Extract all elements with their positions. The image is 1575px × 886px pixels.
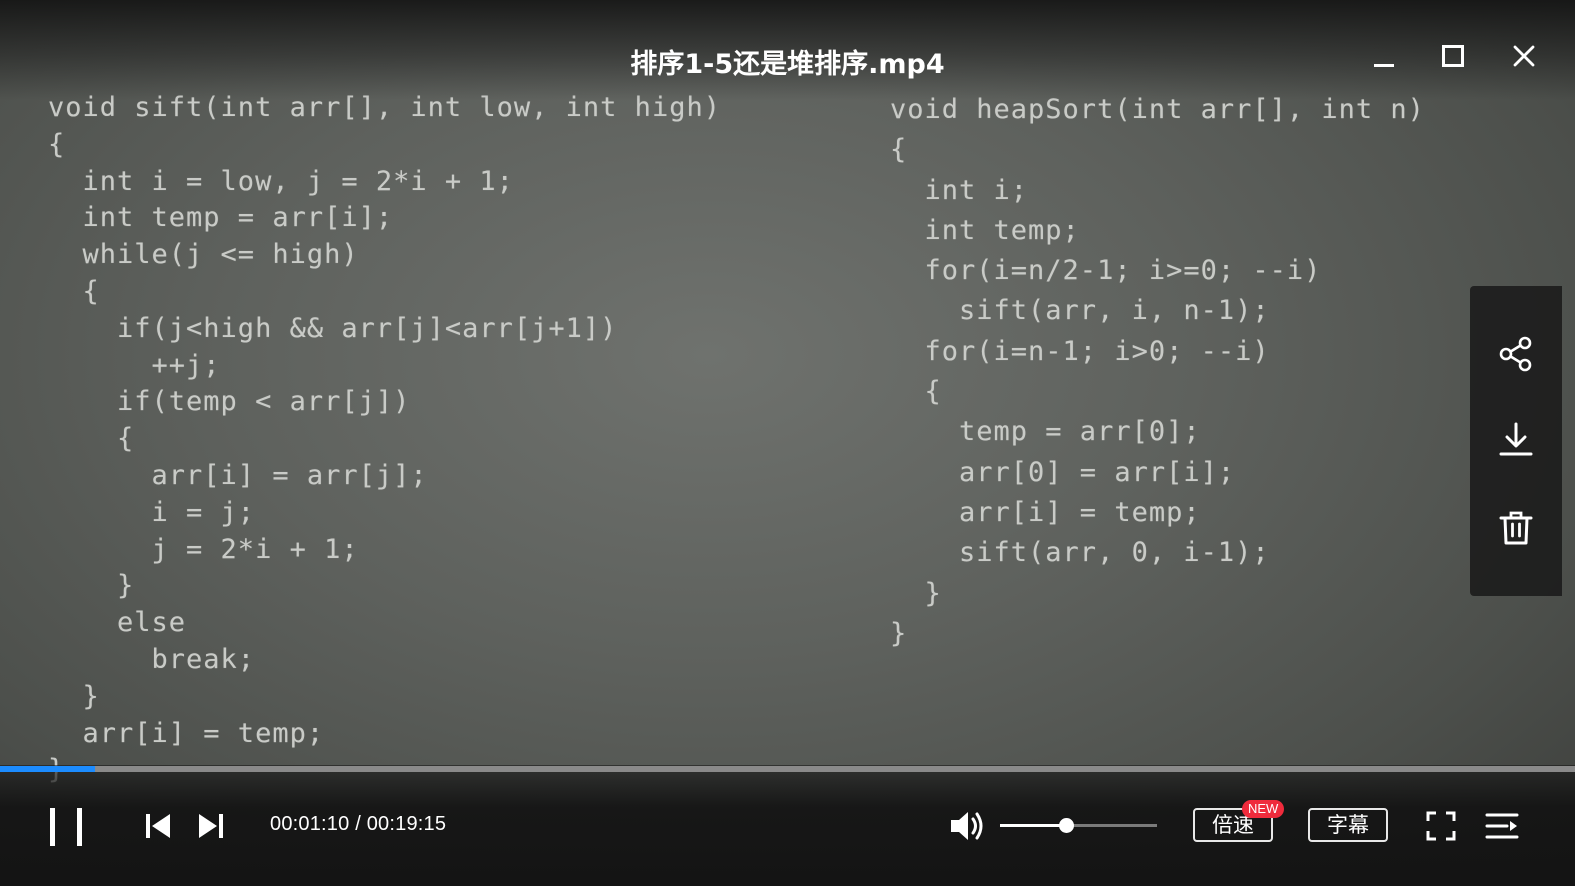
code-line: int i; bbox=[890, 174, 1029, 206]
volume-slider[interactable] bbox=[1000, 818, 1157, 833]
code-line: { bbox=[48, 275, 100, 307]
playlist-button[interactable] bbox=[1482, 806, 1522, 846]
close-button[interactable] bbox=[1506, 38, 1542, 74]
share-button[interactable] bbox=[1496, 334, 1536, 374]
new-badge: NEW bbox=[1242, 800, 1285, 818]
volume-fill bbox=[1000, 824, 1066, 827]
current-time: 00:01:10 bbox=[270, 813, 350, 835]
share-icon bbox=[1499, 336, 1532, 372]
code-line: break; bbox=[48, 643, 256, 675]
volume-handle[interactable] bbox=[1058, 818, 1074, 833]
fullscreen-icon bbox=[1426, 811, 1456, 841]
minimize-icon bbox=[1374, 64, 1394, 67]
subtitle-button[interactable]: 字幕 bbox=[1308, 808, 1388, 842]
next-button[interactable] bbox=[193, 808, 229, 844]
code-line: else bbox=[48, 607, 187, 639]
pause-icon bbox=[50, 808, 82, 846]
progress-bar[interactable] bbox=[0, 766, 1575, 772]
code-line: while(j <= high) bbox=[48, 239, 359, 271]
code-line: int temp = arr[i]; bbox=[48, 202, 394, 234]
volume-button[interactable] bbox=[946, 806, 990, 846]
code-line: { bbox=[890, 376, 942, 408]
trash-icon bbox=[1499, 511, 1533, 545]
code-line: for(i=n-1; i>0; --i) bbox=[890, 335, 1270, 367]
code-block-sift: void sift(int arr[], int low, int high){… bbox=[48, 90, 721, 789]
code-line: { bbox=[48, 423, 135, 455]
code-line: j = 2*i + 1; bbox=[48, 533, 359, 565]
code-line: i = j; bbox=[48, 496, 256, 528]
close-icon bbox=[1513, 45, 1535, 67]
delete-button[interactable] bbox=[1496, 508, 1536, 548]
download-button[interactable] bbox=[1496, 420, 1536, 460]
code-line: { bbox=[48, 128, 66, 160]
video-frame[interactable]: void sift(int arr[], int low, int high){… bbox=[0, 0, 1575, 886]
window-title: 排序1-5还是堆排序.mp4 bbox=[630, 49, 945, 80]
code-line: } bbox=[48, 680, 100, 712]
code-line: } bbox=[890, 617, 908, 649]
code-line: arr[i] = arr[j]; bbox=[48, 459, 428, 491]
code-line: int temp; bbox=[890, 214, 1080, 246]
download-icon bbox=[1499, 422, 1533, 456]
code-line: int i = low, j = 2*i + 1; bbox=[48, 165, 514, 197]
time-separator: / bbox=[349, 813, 367, 835]
previous-button[interactable] bbox=[140, 808, 176, 844]
fullscreen-button[interactable] bbox=[1421, 806, 1461, 846]
skip-previous-icon bbox=[146, 814, 170, 838]
code-line: sift(arr, 0, i-1); bbox=[890, 537, 1270, 569]
code-line: } bbox=[890, 577, 942, 609]
progress-fill bbox=[0, 766, 96, 772]
code-line: arr[i] = temp; bbox=[890, 496, 1201, 528]
total-time: 00:19:15 bbox=[366, 813, 447, 835]
code-line: arr[0] = arr[i]; bbox=[890, 456, 1236, 488]
playlist-icon bbox=[1485, 813, 1519, 839]
code-line: ++j; bbox=[48, 349, 221, 381]
maximize-button[interactable] bbox=[1435, 38, 1471, 74]
code-line: for(i=n/2-1; i>=0; --i) bbox=[890, 255, 1322, 287]
code-line: } bbox=[48, 570, 135, 602]
code-line: arr[i] = temp; bbox=[48, 717, 325, 749]
code-line: if(j<high && arr[j]<arr[j+1]) bbox=[48, 312, 618, 344]
skip-next-icon bbox=[199, 814, 223, 838]
code-line: { bbox=[890, 134, 908, 166]
pause-button[interactable] bbox=[44, 806, 88, 848]
volume-icon bbox=[951, 812, 983, 840]
title-bar[interactable]: 排序1-5还是堆排序.mp4 bbox=[0, 0, 1575, 100]
side-panel bbox=[1470, 286, 1562, 596]
code-line: sift(arr, i, n-1); bbox=[890, 295, 1270, 327]
code-line: if(temp < arr[j]) bbox=[48, 386, 411, 418]
time-display: 00:01:10 / 00:19:15 bbox=[270, 813, 446, 836]
code-block-heapsort: void heapSort(int arr[], int n){ int i; … bbox=[890, 90, 1425, 654]
maximize-icon bbox=[1442, 45, 1464, 67]
minimize-button[interactable] bbox=[1366, 38, 1402, 74]
code-line: temp = arr[0]; bbox=[890, 416, 1201, 448]
